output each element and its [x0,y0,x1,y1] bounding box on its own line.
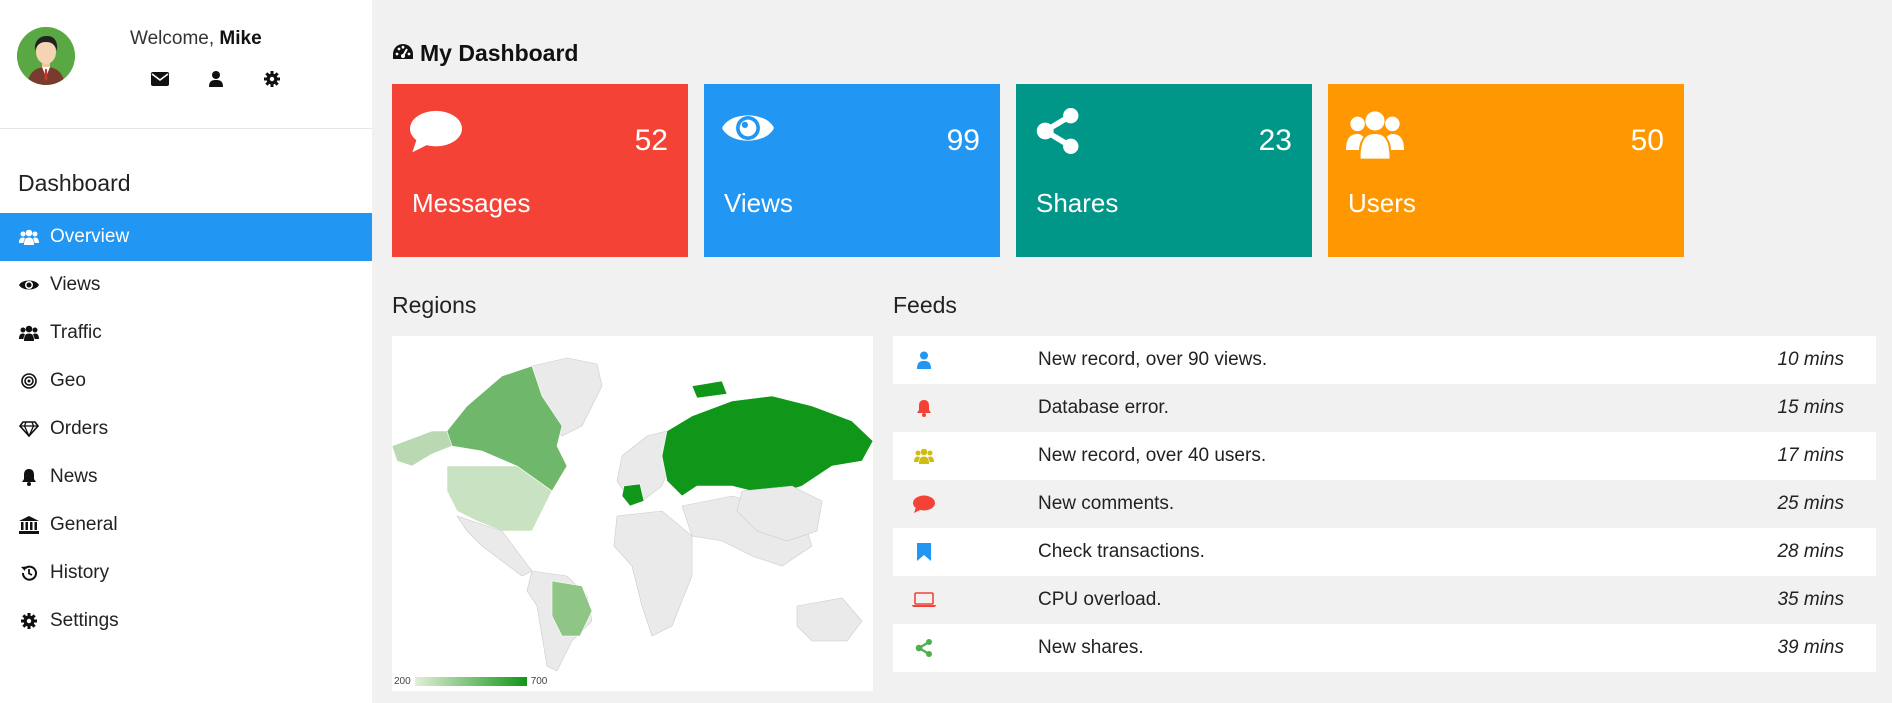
world-map[interactable]: 200 700 [391,336,874,691]
users-icon [893,448,955,464]
legend-min: 200 [394,676,411,687]
world-map-graphic [391,357,874,672]
map-legend: 200 700 [394,676,547,687]
stat-value: 52 [634,124,668,157]
sidebar-item-label: Settings [50,610,119,631]
profile-section: Welcome, Mike [0,0,372,129]
feed-text: Database error. [1038,397,1169,418]
sidebar-item-news[interactable]: News [0,453,372,501]
feed-text: New record, over 90 views. [1038,349,1268,370]
stat-card-views[interactable]: 99 Views [704,84,1000,257]
legend-gradient [414,677,527,686]
welcome-text: Welcome, Mike [130,28,262,50]
eye-icon [722,108,774,153]
stat-card-users[interactable]: 50 Users [1328,84,1684,257]
feed-time: 28 mins [1777,541,1844,562]
stat-label: Shares [1036,188,1119,218]
feed-time: 35 mins [1777,589,1844,610]
stat-card-messages[interactable]: 52 Messages [392,84,688,257]
stat-label: Views [724,188,793,218]
feed-row[interactable]: Check transactions. 28 mins [893,528,1876,576]
legend-max: 700 [530,676,548,687]
history-icon [18,562,40,584]
sidebar-item-label: Geo [50,370,86,391]
feed-row[interactable]: New shares. 39 mins [893,624,1876,672]
avatar [17,27,75,85]
share-icon [893,639,955,657]
bell-icon [893,399,955,417]
feeds-title: Feeds [893,292,957,318]
sidebar-item-label: Views [50,274,101,295]
feed-row[interactable]: Database error. 15 mins [893,384,1876,432]
sidebar-item-label: Overview [50,226,130,247]
feed-row[interactable]: New record, over 90 views. 10 mins [893,336,1876,384]
sidebar-title: Dashboard [18,170,131,196]
sidebar-item-label: News [50,466,98,487]
sidebar-item-label: Traffic [50,322,102,343]
users-icon [18,226,40,248]
feed-time: 15 mins [1777,397,1844,418]
feed-text: CPU overload. [1038,589,1162,610]
feed-row[interactable]: New comments. 25 mins [893,480,1876,528]
eye-icon [18,274,40,296]
bank-icon [18,514,40,536]
stat-value: 99 [946,124,980,157]
main-content: My Dashboard 52 Messages 99 Views 23 Sha… [372,0,1892,703]
sidebar-item-label: General [50,514,118,535]
laptop-icon [893,592,955,608]
sidebar-item-orders[interactable]: Orders [0,405,372,453]
users-icon [18,322,40,344]
feed-text: New comments. [1038,493,1175,514]
sidebar-item-label: Orders [50,418,109,439]
users-icon [1346,108,1404,165]
page-title-text: My Dashboard [420,40,579,66]
user-name: Mike [219,28,262,49]
cog-icon [18,610,40,632]
regions-title: Regions [392,292,477,318]
feed-row[interactable]: New record, over 40 users. 17 mins [893,432,1876,480]
feed-text: New shares. [1038,637,1144,658]
stat-label: Users [1348,188,1416,218]
comment-icon [893,495,955,513]
feed-time: 25 mins [1777,493,1844,514]
sidebar-item-history[interactable]: History [0,549,372,597]
user-icon[interactable] [204,68,228,90]
sidebar-item-traffic[interactable]: Traffic [0,309,372,357]
bell-icon [18,466,40,488]
stat-value: 50 [1630,124,1664,157]
feed-text: New record, over 40 users. [1038,445,1267,466]
sidebar-item-views[interactable]: Views [0,261,372,309]
sidebar: Welcome, Mike Dashboard Overview Views Tra… [0,0,372,703]
feed-time: 10 mins [1777,349,1844,370]
welcome-label: Welcome, [130,28,220,49]
dashboard-icon [392,40,414,67]
user-icon [893,351,955,369]
stat-card-shares[interactable]: 23 Shares [1016,84,1312,257]
sidebar-item-general[interactable]: General [0,501,372,549]
bullseye-icon [18,370,40,392]
feed-row[interactable]: CPU overload. 35 mins [893,576,1876,624]
sidebar-menu: Overview Views Traffic Geo Orders News General… [0,213,372,645]
bookmark-icon [893,543,955,561]
feed-text: Check transactions. [1038,541,1205,562]
stat-value: 23 [1258,124,1292,157]
share-icon [1034,108,1082,159]
sidebar-item-settings[interactable]: Settings [0,597,372,645]
comment-icon [410,108,462,159]
feed-time: 39 mins [1777,637,1844,658]
cog-icon[interactable] [260,68,284,90]
feed-time: 17 mins [1777,445,1844,466]
page-title: My Dashboard [392,40,578,67]
feeds-table: New record, over 90 views. 10 mins Datab… [893,336,1876,672]
envelope-icon[interactable] [148,68,172,90]
diamond-icon [18,418,40,440]
sidebar-item-label: History [50,562,110,583]
sidebar-item-overview[interactable]: Overview [0,213,372,261]
sidebar-item-geo[interactable]: Geo [0,357,372,405]
stat-label: Messages [412,188,531,218]
